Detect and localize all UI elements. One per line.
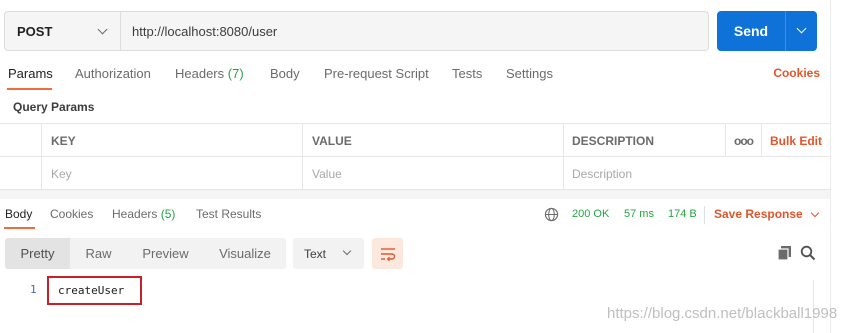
chevron-down-icon[interactable] [810, 208, 820, 218]
tab-pre-request-script[interactable]: Pre-request Script [324, 66, 429, 81]
tab-response-cookies[interactable]: Cookies [50, 207, 93, 221]
table-header-row: KEY VALUE DESCRIPTION ooo Bulk Edit [0, 124, 830, 157]
response-tabs: Body Cookies Headers (5) Test Results 20… [0, 206, 830, 229]
tab-headers-label: Headers [175, 66, 225, 81]
tab-body[interactable]: Body [270, 66, 300, 81]
tab-response-headers[interactable]: Headers (5) [112, 207, 175, 221]
active-response-tab-indicator [4, 227, 35, 229]
chevron-down-icon [342, 246, 352, 256]
send-group: Send [717, 11, 817, 51]
pretty-button[interactable]: Pretty [5, 238, 70, 269]
search-icon[interactable] [800, 245, 816, 261]
key-column-header: KEY [41, 124, 302, 157]
send-options-button[interactable] [785, 11, 817, 51]
description-input[interactable]: Description [563, 157, 725, 190]
response-headers-count: (5) [160, 207, 176, 221]
tab-params[interactable]: Params [8, 66, 53, 81]
line-number: 1 [30, 283, 37, 296]
request-url-bar: POST http://localhost:8080/user Send [4, 11, 817, 51]
cookies-link[interactable]: Cookies [773, 66, 820, 80]
description-column-header: DESCRIPTION [563, 124, 725, 157]
format-select[interactable]: Text [293, 238, 364, 269]
send-button[interactable]: Send [717, 11, 785, 51]
row-checkbox-cell [0, 157, 41, 190]
globe-icon[interactable] [544, 207, 559, 222]
watermark-text: https://blog.csdn.net/blackball1998 [607, 305, 838, 322]
tab-test-results[interactable]: Test Results [196, 207, 261, 221]
response-time[interactable]: 57 ms [624, 208, 654, 220]
wrap-lines-button[interactable] [372, 238, 403, 269]
checkbox-column-header [0, 124, 41, 157]
wrap-lines-icon [380, 247, 395, 261]
tab-headers[interactable]: Headers (7) [175, 66, 244, 81]
method-select[interactable]: POST [4, 11, 120, 51]
request-tabs: Params Authorization Headers (7) Body Pr… [0, 66, 830, 90]
response-size[interactable]: 174 B [668, 208, 697, 220]
panel-edge [830, 0, 831, 333]
raw-button[interactable]: Raw [70, 238, 127, 269]
highlight-annotation-box [47, 276, 142, 305]
visualize-button[interactable]: Visualize [204, 238, 286, 269]
tab-authorization[interactable]: Authorization [75, 66, 151, 81]
preview-button[interactable]: Preview [127, 238, 204, 269]
method-label: POST [17, 23, 53, 39]
bulk-edit-link[interactable]: Bulk Edit [761, 124, 830, 157]
table-row: Key Value Description [0, 157, 830, 190]
value-input[interactable]: Value [302, 157, 563, 190]
active-tab-indicator [7, 88, 52, 90]
more-options-icon[interactable]: ooo [725, 124, 761, 157]
tab-response-headers-label: Headers [112, 207, 158, 221]
chevron-down-icon [796, 23, 807, 34]
divider [704, 206, 705, 224]
view-mode-group: Pretty Raw Preview Visualize [5, 238, 286, 269]
status-badge[interactable]: 200 OK [572, 208, 609, 220]
url-input[interactable]: http://localhost:8080/user [120, 11, 709, 51]
section-divider [0, 190, 830, 199]
chevron-down-icon [97, 24, 108, 35]
query-params-table: KEY VALUE DESCRIPTION ooo Bulk Edit Key … [0, 123, 830, 190]
key-input[interactable]: Key [41, 157, 302, 190]
tab-settings[interactable]: Settings [506, 66, 553, 81]
tab-response-body[interactable]: Body [5, 207, 32, 221]
query-params-title: Query Params [13, 100, 95, 114]
value-column-header: VALUE [302, 124, 563, 157]
copy-icon[interactable] [777, 245, 792, 261]
save-response-button[interactable]: Save Response [714, 207, 803, 221]
format-label: Text [304, 246, 327, 261]
tab-tests[interactable]: Tests [452, 66, 482, 81]
headers-count: (7) [227, 66, 244, 81]
